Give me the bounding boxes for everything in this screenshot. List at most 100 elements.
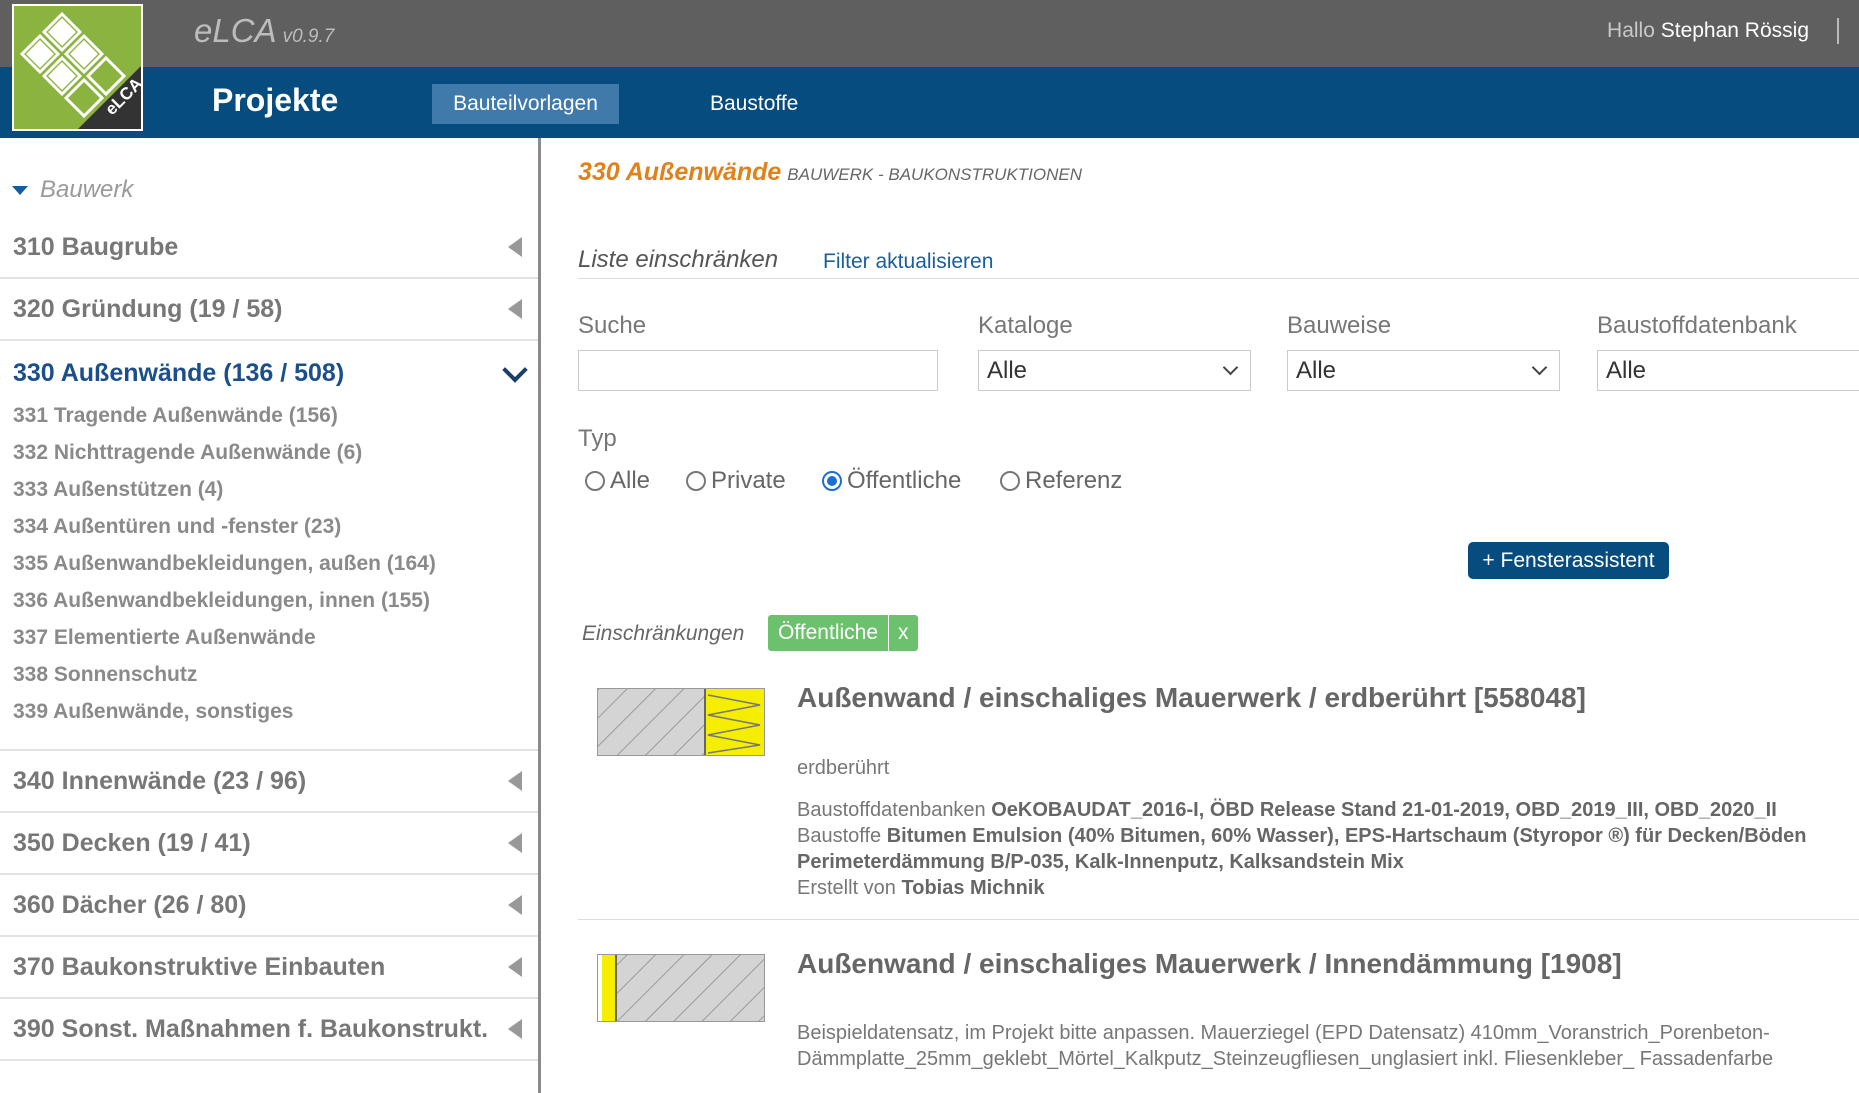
logo-graphic: eLCA xyxy=(14,6,141,129)
item-author-row: Erstellt von Tobias Michnik xyxy=(797,875,1806,901)
chevron-left-icon xyxy=(508,957,522,977)
sidebar-subitem-335[interactable]: 335 Außenwandbekleidungen, außen (164) xyxy=(13,552,436,576)
sidebar-subitem-338[interactable]: 338 Sonnenschutz xyxy=(13,663,197,687)
radio-circle-icon xyxy=(1000,471,1020,491)
item-description-line1: Beispieldatensatz, im Projekt bitte anpa… xyxy=(797,1022,1770,1044)
app-title: eLCA v0.9.7 xyxy=(194,12,334,50)
item-divider xyxy=(578,919,1859,920)
search-input[interactable] xyxy=(578,350,938,391)
item-materials-label: Baustoffe xyxy=(797,825,882,847)
sidebar-item-label: 360 Dächer (26 / 80) xyxy=(13,891,247,919)
sidebar-item-label: 330 Außenwände (136 / 508) xyxy=(13,359,345,387)
nav-projects[interactable]: Projekte xyxy=(212,82,338,119)
item-author: Tobias Michnik xyxy=(901,877,1045,899)
kataloge-label: Kataloge xyxy=(978,312,1073,339)
sidebar-subitem-336[interactable]: 336 Außenwandbekleidungen, innen (155) xyxy=(13,589,430,613)
sidebar-item-390[interactable]: 390 Sonst. Maßnahmen f. Baukonstrukt. xyxy=(0,999,538,1061)
tree-root-label: Bauwerk xyxy=(40,176,134,203)
item-materials-row: Baustoffe Bitumen Emulsion (40% Bitumen,… xyxy=(797,823,1806,849)
app-name: eLCA xyxy=(194,12,277,49)
radio-alle[interactable]: Alle xyxy=(585,467,650,495)
chevron-down-icon xyxy=(1531,359,1548,376)
chevron-left-icon xyxy=(508,771,522,791)
sidebar-item-label: 350 Decken (19 / 41) xyxy=(13,829,251,857)
item-materials-line2: Perimeterdämmung B/P-035, Kalk-Innenputz… xyxy=(797,851,1404,873)
wall-section-graphic xyxy=(598,955,764,1021)
baustoffdatenbank-value: Alle xyxy=(1606,357,1647,384)
user-name[interactable]: Stephan Rössig xyxy=(1661,19,1809,42)
chevron-left-icon xyxy=(508,833,522,853)
greeting-text: Hallo xyxy=(1607,19,1655,42)
fensterassistent-button[interactable]: + Fensterassistent xyxy=(1468,542,1669,579)
user-greeting: Hallo Stephan Rössig xyxy=(1607,19,1809,43)
caret-down-icon xyxy=(12,186,28,196)
elca-logo[interactable]: eLCA xyxy=(12,4,143,131)
sidebar-item-label: 340 Innenwände (23 / 96) xyxy=(13,767,307,795)
baustoffdatenbank-label: Baustoffdatenbank xyxy=(1597,312,1797,339)
radio-label: Referenz xyxy=(1025,467,1123,494)
sidebar-subitem-334[interactable]: 334 Außentüren und -fenster (23) xyxy=(13,515,341,539)
sidebar-item-350[interactable]: 350 Decken (19 / 41) xyxy=(0,813,538,875)
item-materials-line1: Bitumen Emulsion (40% Bitumen, 60% Wasse… xyxy=(886,825,1807,847)
sidebar-subitem-331[interactable]: 331 Tragende Außenwände (156) xyxy=(13,404,338,428)
item-materials-row2: Perimeterdämmung B/P-035, Kalk-Innenputz… xyxy=(797,849,1806,875)
sidebar-item-label: 310 Baugrube xyxy=(13,233,179,261)
sidebar-item-label: 320 Gründung (19 / 58) xyxy=(13,295,283,323)
tab-baustoffe[interactable]: Baustoffe xyxy=(710,84,798,124)
page-subtitle: BAUWERK - BAUKONSTRUKTIONEN xyxy=(787,165,1082,184)
item-thumbnail[interactable] xyxy=(597,688,765,756)
kataloge-select[interactable]: Alle xyxy=(978,350,1251,391)
restriction-tag: Öffentliche x xyxy=(768,615,918,651)
radio-referenz[interactable]: Referenz xyxy=(1000,467,1122,495)
restrictions-label: Einschränkungen xyxy=(582,622,745,645)
item-db-label: Baustoffdatenbanken xyxy=(797,799,986,821)
baustoffdatenbank-select[interactable]: Alle xyxy=(1597,350,1859,391)
radio-private[interactable]: Private xyxy=(686,467,786,495)
radio-label: Private xyxy=(711,467,786,494)
sidebar-subitem-332[interactable]: 332 Nichttragende Außenwände (6) xyxy=(13,441,362,465)
radio-circle-icon xyxy=(585,471,605,491)
sidebar-item-360[interactable]: 360 Dächer (26 / 80) xyxy=(0,875,538,937)
sidebar-divider xyxy=(538,138,541,1093)
sidebar-item-340[interactable]: 340 Innenwände (23 / 96) xyxy=(0,751,538,813)
sidebar-subitem-337[interactable]: 337 Elementierte Außenwände xyxy=(13,626,316,650)
chevron-down-icon xyxy=(502,357,528,383)
chevron-left-icon xyxy=(508,299,522,319)
filter-refresh-link[interactable]: Filter aktualisieren xyxy=(823,250,993,274)
bauweise-value: Alle xyxy=(1296,357,1337,384)
sidebar-item-310[interactable]: 310 Baugrube xyxy=(0,217,538,279)
restriction-tag-label: Öffentliche xyxy=(778,621,879,644)
item-description: Beispieldatensatz, im Projekt bitte anpa… xyxy=(797,1020,1773,1072)
chevron-down-icon xyxy=(1222,359,1239,376)
item-title[interactable]: Außenwand / einschaliges Mauerwerk / Inn… xyxy=(797,948,1622,980)
tree-root-bauwerk[interactable]: Bauwerk xyxy=(12,176,133,204)
tab-bauteilvorlagen[interactable]: Bauteilvorlagen xyxy=(432,84,619,124)
sidebar-subitem-333[interactable]: 333 Außenstützen (4) xyxy=(13,478,223,502)
item-author-label: Erstellt von xyxy=(797,877,896,899)
radio-label: Öffentliche xyxy=(847,467,962,494)
sidebar-item-370[interactable]: 370 Baukonstruktive Einbauten xyxy=(0,937,538,999)
bauweise-label: Bauweise xyxy=(1287,312,1392,339)
kataloge-value: Alle xyxy=(987,357,1028,384)
item-description: erdberührt xyxy=(797,757,890,779)
sidebar-subitem-339[interactable]: 339 Außenwände, sonstiges xyxy=(13,700,293,724)
radio-oeffentliche[interactable]: Öffentliche xyxy=(822,467,961,495)
wall-section-graphic xyxy=(598,689,764,755)
sidebar-item-label: 390 Sonst. Maßnahmen f. Baukonstrukt. xyxy=(13,1015,489,1043)
bauweise-select[interactable]: Alle xyxy=(1287,350,1560,391)
radio-circle-icon xyxy=(686,471,706,491)
page-title-text: 330 Außenwände xyxy=(578,158,782,186)
item-db-values: OeKOBAUDAT_2016-I, ÖBD Release Stand 21-… xyxy=(991,799,1777,821)
chevron-left-icon xyxy=(508,237,522,257)
item-title[interactable]: Außenwand / einschaliges Mauerwerk / erd… xyxy=(797,682,1586,714)
filter-header: Liste einschränken Filter aktualisieren xyxy=(578,246,1859,279)
sidebar-item-320[interactable]: 320 Gründung (19 / 58) xyxy=(0,279,538,341)
search-label: Suche xyxy=(578,312,647,339)
remove-restriction-button[interactable]: x xyxy=(888,615,918,651)
item-thumbnail[interactable] xyxy=(597,954,765,1022)
radio-label: Alle xyxy=(610,467,651,494)
item-meta: Baustoffdatenbanken OeKOBAUDAT_2016-I, Ö… xyxy=(797,797,1806,901)
app-version: v0.9.7 xyxy=(282,26,335,47)
item-db-row: Baustoffdatenbanken OeKOBAUDAT_2016-I, Ö… xyxy=(797,797,1806,823)
radio-checked-icon xyxy=(822,471,842,491)
